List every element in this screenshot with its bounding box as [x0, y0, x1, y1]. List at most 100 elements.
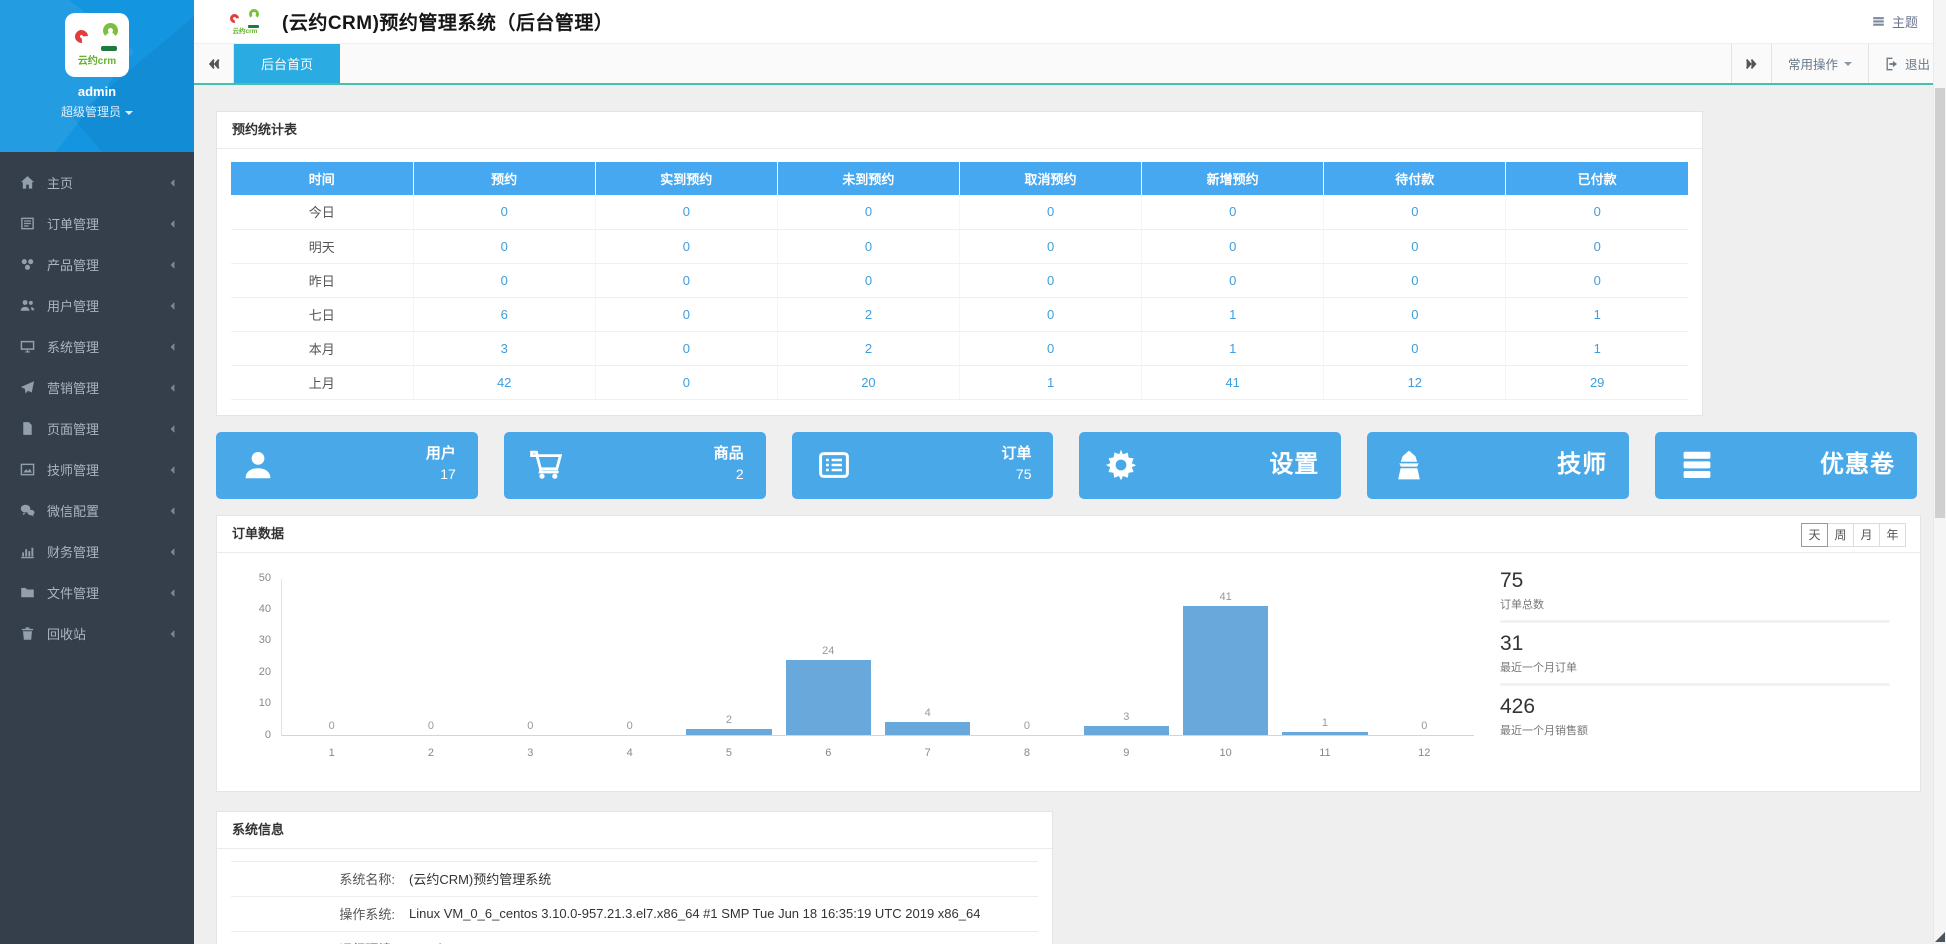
- stat-value-link[interactable]: 0: [1594, 204, 1601, 219]
- stat-value-link[interactable]: 6: [501, 307, 508, 322]
- sidebar-item-pages[interactable]: 页面管理: [0, 408, 194, 449]
- stat-value-link[interactable]: 1: [1229, 341, 1236, 356]
- chart-bar: [885, 722, 970, 735]
- stat-value-link[interactable]: 0: [1229, 273, 1236, 288]
- stat-value-link[interactable]: 0: [683, 273, 690, 288]
- tab-backend-home[interactable]: 后台首页: [234, 44, 340, 83]
- stat-value-link[interactable]: 0: [501, 239, 508, 254]
- sidebar-item-files[interactable]: 文件管理: [0, 572, 194, 613]
- stat-cell: 0: [595, 263, 777, 297]
- stat-cell: 0: [1324, 331, 1506, 365]
- user-icon: [242, 449, 274, 481]
- stat-value-link[interactable]: 0: [865, 204, 872, 219]
- stat-value-link[interactable]: 0: [501, 273, 508, 288]
- tabbar-underline: [194, 83, 1946, 85]
- sidebar-item-marketing[interactable]: 营销管理: [0, 367, 194, 408]
- stat-value-link[interactable]: 1: [1594, 341, 1601, 356]
- wechat-icon: [20, 503, 37, 518]
- x-axis-tick-label: 1: [282, 747, 381, 759]
- stat-value-link[interactable]: 0: [1594, 239, 1601, 254]
- sidebar-item-orders[interactable]: 订单管理: [0, 203, 194, 244]
- sidebar-item-technicians[interactable]: 技师管理: [0, 449, 194, 490]
- sidebar-item-label: 营销管理: [47, 378, 168, 397]
- quick-button-设置[interactable]: 设置: [1079, 432, 1341, 499]
- chart-bar-slot: 08: [977, 579, 1076, 735]
- sidebar-item-finance[interactable]: 财务管理: [0, 531, 194, 572]
- chart-bar: [786, 660, 871, 735]
- page-scrollbar[interactable]: [1933, 0, 1946, 944]
- stat-value-link[interactable]: 0: [683, 341, 690, 356]
- topbar-logo-icon: 云约crm: [230, 9, 260, 35]
- stat-value-link[interactable]: 0: [1411, 307, 1418, 322]
- x-axis-tick-label: 12: [1375, 747, 1474, 759]
- chart-bar-slot: 246: [779, 579, 878, 735]
- stat-value-link[interactable]: 0: [1411, 239, 1418, 254]
- sidebar-item-system[interactable]: 系统管理: [0, 326, 194, 367]
- x-axis-tick-label: 5: [679, 747, 778, 759]
- theme-button[interactable]: 主题: [1871, 12, 1918, 31]
- stat-value-link[interactable]: 3: [501, 341, 508, 356]
- stat-value-link[interactable]: 0: [1047, 239, 1054, 254]
- stat-value-link[interactable]: 29: [1590, 375, 1604, 390]
- quick-button-订单[interactable]: 订单75: [792, 432, 1054, 499]
- tabs-scroll-left-button[interactable]: [194, 44, 234, 83]
- stat-value-link[interactable]: 0: [1594, 273, 1601, 288]
- common-operations-dropdown[interactable]: 常用操作: [1771, 44, 1868, 83]
- quick-button-商品[interactable]: 商品2: [504, 432, 766, 499]
- summary-value: 75: [1500, 569, 1890, 593]
- stat-value-link[interactable]: 0: [1047, 204, 1054, 219]
- stat-value-link[interactable]: 0: [501, 204, 508, 219]
- server-icon: [1681, 449, 1713, 481]
- quick-button-优惠卷[interactable]: 优惠卷: [1655, 432, 1917, 499]
- range-button-天[interactable]: 天: [1801, 523, 1828, 547]
- stat-value-link[interactable]: 0: [1411, 204, 1418, 219]
- stat-value-link[interactable]: 0: [1229, 204, 1236, 219]
- sidebar-item-recycle[interactable]: 回收站: [0, 613, 194, 654]
- sidebar-item-users[interactable]: 用户管理: [0, 285, 194, 326]
- stat-cell: 0: [960, 331, 1142, 365]
- stat-value-link[interactable]: 20: [861, 375, 875, 390]
- stat-value-link[interactable]: 2: [865, 341, 872, 356]
- stat-value-link[interactable]: 1: [1229, 307, 1236, 322]
- stat-value-link[interactable]: 0: [865, 273, 872, 288]
- stat-value-link[interactable]: 0: [683, 204, 690, 219]
- stat-value-link[interactable]: 0: [1047, 273, 1054, 288]
- stat-value-link[interactable]: 0: [683, 239, 690, 254]
- bar-value-label: 0: [580, 720, 679, 732]
- stat-cell: 1: [1506, 331, 1688, 365]
- range-button-周[interactable]: 周: [1827, 523, 1854, 547]
- stat-cell: 0: [960, 297, 1142, 331]
- chart-bar-slot: 03: [481, 579, 580, 735]
- stat-value-link[interactable]: 0: [1411, 273, 1418, 288]
- quick-button-技师[interactable]: 技师: [1367, 432, 1629, 499]
- range-button-年[interactable]: 年: [1879, 523, 1906, 547]
- stat-value-link[interactable]: 2: [865, 307, 872, 322]
- stat-value-link[interactable]: 0: [1229, 239, 1236, 254]
- stat-value-link[interactable]: 12: [1408, 375, 1422, 390]
- sidebar-item-wechat[interactable]: 微信配置: [0, 490, 194, 531]
- stat-value-link[interactable]: 0: [683, 307, 690, 322]
- stats-column-header: 时间: [231, 162, 413, 195]
- stat-cell: 0: [413, 195, 595, 229]
- page-icon: [20, 421, 37, 436]
- stat-value-link[interactable]: 0: [865, 239, 872, 254]
- user-role-dropdown[interactable]: 超级管理员: [0, 103, 194, 120]
- quick-button-用户[interactable]: 用户17: [216, 432, 478, 499]
- stat-value-link[interactable]: 0: [1047, 307, 1054, 322]
- tabs-scroll-right-button[interactable]: [1731, 44, 1771, 83]
- stat-value-link[interactable]: 42: [497, 375, 511, 390]
- sidebar-item-home[interactable]: 主页: [0, 162, 194, 203]
- stat-value-link[interactable]: 0: [683, 375, 690, 390]
- sidebar-item-products[interactable]: 产品管理: [0, 244, 194, 285]
- stat-value-link[interactable]: 41: [1225, 375, 1239, 390]
- stat-value-link[interactable]: 0: [1047, 341, 1054, 356]
- stat-cell: 0: [960, 229, 1142, 263]
- stat-cell: 1: [960, 365, 1142, 399]
- range-button-月[interactable]: 月: [1853, 523, 1880, 547]
- scrollbar-thumb[interactable]: [1935, 88, 1945, 518]
- stat-value-link[interactable]: 0: [1411, 341, 1418, 356]
- stat-value-link[interactable]: 1: [1594, 307, 1601, 322]
- orders-panel-title: 订单数据: [217, 516, 1920, 553]
- sidebar-item-label: 文件管理: [47, 583, 168, 602]
- stat-value-link[interactable]: 1: [1047, 375, 1054, 390]
